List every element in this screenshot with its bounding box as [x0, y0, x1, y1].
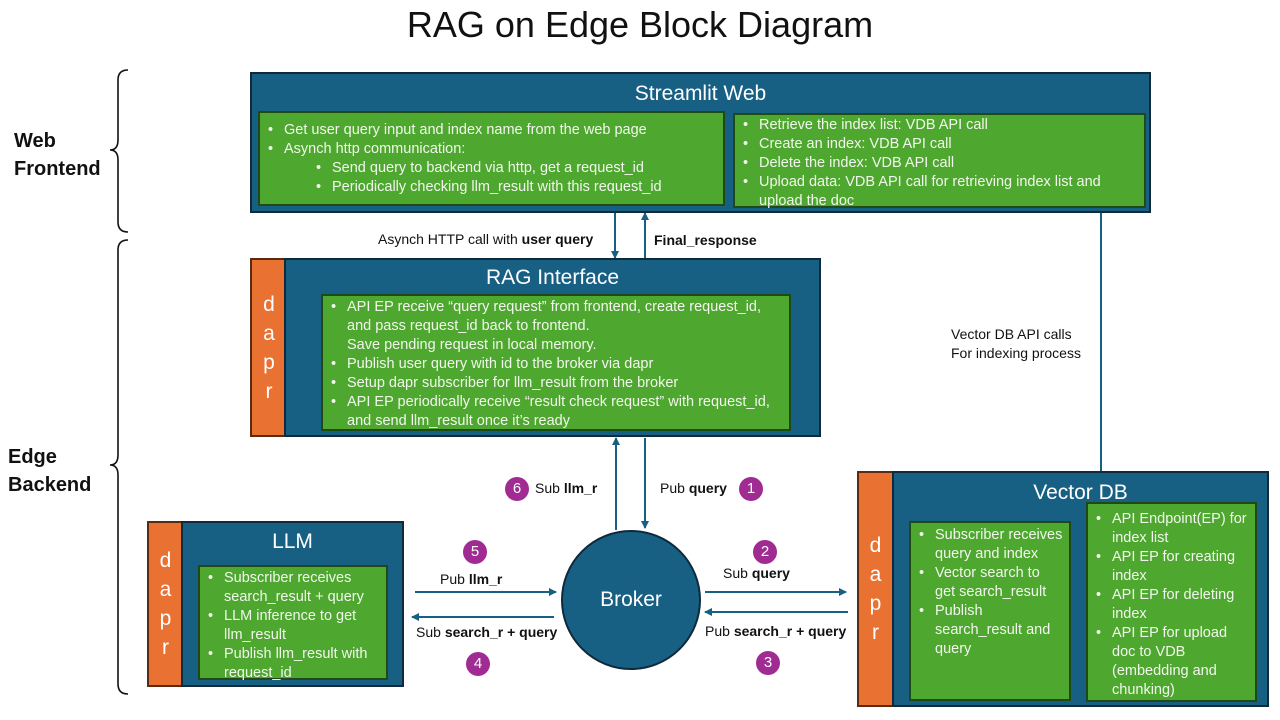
- list-item: API EP for creating index: [1088, 548, 1249, 586]
- label-text: Sub: [535, 480, 564, 496]
- vdb-right-panel: API Endpoint(EP) for index list API EP f…: [1086, 502, 1257, 702]
- list-item: API EP periodically receive “result chec…: [323, 393, 777, 431]
- step-badge-6: 6: [505, 477, 529, 501]
- vector-db-block: Vector DB Subscriber receives query and …: [892, 471, 1269, 707]
- vdb-api-line2: For indexing process: [951, 345, 1081, 361]
- list-item: API EP for upload doc to VDB (embedding …: [1088, 624, 1249, 700]
- list-item: Publish user query with id to the broker…: [323, 355, 777, 374]
- dapr-letter: a: [159, 578, 172, 601]
- dapr-letter: d: [869, 534, 882, 557]
- label-bold: query: [688, 480, 727, 496]
- list-item: Subscriber receives query and index: [911, 526, 1063, 564]
- sub-search-r-llm-label: Sub search_r + query: [416, 624, 557, 640]
- final-response-text: Final_response: [654, 232, 757, 248]
- label-text: Sub: [723, 565, 752, 581]
- http-call-bold: user query: [521, 231, 594, 247]
- dapr-letter: r: [162, 636, 169, 659]
- label-bold: search_r + query: [444, 624, 558, 640]
- brace-web-frontend: [109, 69, 129, 233]
- pub-query-label: Pub query: [660, 480, 727, 496]
- pub-search-r-label: Pub search_r + query: [705, 623, 846, 639]
- dapr-letter: d: [263, 292, 275, 316]
- list-item: Retrieve the index list: VDB API call: [735, 116, 1128, 135]
- dapr-letter: a: [869, 563, 882, 586]
- list-item: API Endpoint(EP) for index list: [1088, 510, 1249, 548]
- final-response-label: Final_response: [654, 232, 757, 248]
- list-item: Delete the index: VDB API call: [735, 154, 1128, 173]
- label-text: Pub: [705, 623, 734, 639]
- list-item: Send query to backend via http, get a re…: [260, 159, 723, 178]
- list-item: Create an index: VDB API call: [735, 135, 1128, 154]
- http-call-label: Asynch HTTP call with user query: [378, 231, 593, 247]
- list-item: Asynch http communication:: [260, 140, 723, 159]
- brace-edge-backend: [109, 239, 129, 695]
- dapr-letter: r: [872, 621, 879, 644]
- step-badge-3: 3: [756, 651, 780, 675]
- list-item: API EP for deleting index: [1088, 586, 1249, 624]
- rag-dapr-sidecar: d a p r: [250, 258, 288, 437]
- streamlit-left-panel: Get user query input and index name from…: [258, 111, 725, 206]
- llm-block: LLM Subscriber receives search_result + …: [181, 521, 404, 687]
- dapr-letter: a: [263, 321, 275, 345]
- vdb-left-panel: Subscriber receives query and index Vect…: [909, 521, 1071, 701]
- list-item: LLM inference to get llm_result: [200, 607, 380, 645]
- llm-dapr-sidecar: d a p r: [147, 521, 184, 687]
- list-item: Upload data: VDB API call for retrieving…: [735, 173, 1128, 211]
- streamlit-web-title: Streamlit Web: [634, 82, 767, 105]
- step-badge-5: 5: [463, 540, 487, 564]
- vdb-dapr-sidecar: d a p r: [857, 471, 894, 707]
- pub-llm-r-label: Pub llm_r: [440, 571, 502, 587]
- list-item: API EP receive “query request” from fron…: [323, 298, 777, 336]
- sub-llm-r-label: Sub llm_r: [535, 480, 597, 496]
- sub-query-label: Sub query: [723, 565, 790, 581]
- label-bold: search_r + query: [733, 623, 847, 639]
- rag-interface-title: RAG Interface: [485, 266, 620, 289]
- section-edge-backend-label: Edge Backend: [8, 446, 92, 496]
- rag-interface-block: RAG Interface API EP receive “query requ…: [284, 258, 821, 437]
- broker-node: Broker: [561, 530, 701, 670]
- dapr-letter: p: [869, 592, 882, 615]
- label-bold: llm_r: [468, 571, 503, 587]
- label-bold: query: [751, 565, 790, 581]
- step-badge-2: 2: [753, 540, 777, 564]
- list-item: Periodically checking llm_result with th…: [260, 178, 723, 197]
- list-item: Subscriber receives search_result + quer…: [200, 569, 380, 607]
- dapr-letter: r: [265, 379, 273, 403]
- section-web-frontend: Web Frontend: [14, 127, 101, 183]
- step-badge-1: 1: [739, 477, 763, 501]
- step-badge-4: 4: [466, 652, 490, 676]
- section-web-frontend-label: Web Frontend: [14, 130, 101, 180]
- broker-label: Broker: [600, 588, 662, 611]
- list-item: Publish search_result and query: [911, 602, 1063, 659]
- dapr-letter: p: [263, 350, 275, 374]
- list-item: Publish llm_result with request_id: [200, 645, 380, 683]
- label-text: Sub: [416, 624, 445, 640]
- streamlit-web-block: Streamlit Web Get user query input and i…: [250, 72, 1151, 213]
- dapr-letter: d: [159, 549, 172, 572]
- llm-panel: Subscriber receives search_result + quer…: [198, 565, 388, 683]
- label-bold: llm_r: [563, 480, 598, 496]
- list-item: Vector search to get search_result: [911, 564, 1063, 602]
- list-item: Get user query input and index name from…: [260, 121, 723, 140]
- llm-title: LLM: [272, 530, 313, 553]
- label-text: Pub: [440, 571, 469, 587]
- streamlit-right-panel: Retrieve the index list: VDB API call Cr…: [733, 113, 1146, 211]
- list-item: Setup dapr subscriber for llm_result fro…: [323, 374, 777, 393]
- section-edge-backend: Edge Backend: [8, 443, 91, 499]
- http-call-text: Asynch HTTP call with: [378, 231, 522, 247]
- dapr-letter: p: [159, 607, 172, 630]
- vdb-api-label: Vector DB API calls For indexing process: [951, 325, 1081, 363]
- rag-interface-panel: API EP receive “query request” from fron…: [321, 294, 791, 431]
- list-item: Save pending request in local memory.: [347, 337, 597, 353]
- label-text: Pub: [660, 480, 689, 496]
- vdb-api-line1: Vector DB API calls: [951, 326, 1072, 342]
